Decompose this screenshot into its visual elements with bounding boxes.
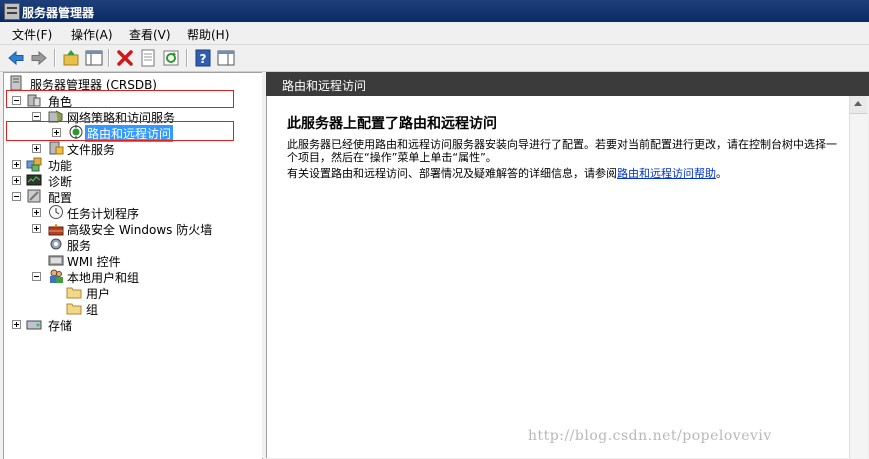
expand-toggle[interactable] — [32, 208, 41, 217]
forward-icon[interactable] — [29, 48, 49, 68]
result-pane-header: 路由和远程访问 — [266, 72, 869, 96]
up-folder-icon[interactable] — [61, 48, 81, 68]
configuration-icon — [26, 188, 42, 204]
tree-label: 高级安全 Windows 防火墙 — [67, 223, 213, 237]
title-bar: 服务器管理器 — [0, 0, 869, 22]
menu-bar: 文件(F) 操作(A) 查看(V) 帮助(H) — [0, 22, 869, 45]
expand-toggle[interactable] — [12, 176, 21, 185]
highlight-box-rras — [6, 121, 234, 141]
expand-toggle[interactable] — [32, 144, 41, 153]
file-services-icon — [48, 140, 64, 156]
collapse-toggle[interactable] — [12, 192, 21, 201]
server-icon — [8, 75, 24, 91]
config-description: 此服务器已经使用路由和远程访问服务器安装向导进行了配置。若要对当前配置进行更改，… — [287, 138, 837, 164]
gear-icon — [48, 236, 64, 252]
toolbar-separator — [54, 49, 56, 67]
watermark: http://blog.csdn.net/popeloveviv — [528, 428, 772, 444]
expand-toggle[interactable] — [12, 320, 21, 329]
window-title: 服务器管理器 — [22, 6, 95, 20]
wmi-icon — [48, 252, 64, 268]
show-hide-action-pane-icon[interactable] — [216, 48, 236, 68]
expand-toggle[interactable] — [12, 160, 21, 169]
toolbar-separator — [108, 49, 110, 67]
tree-label: 组 — [86, 303, 99, 317]
tree-label: 文件服务 — [67, 143, 116, 157]
menu-view[interactable]: 查看(V) — [129, 26, 171, 43]
svg-text:?: ? — [200, 52, 207, 66]
storage-icon — [26, 316, 42, 332]
firewall-icon — [48, 220, 64, 236]
tree-label: 用户 — [86, 287, 111, 301]
vertical-scrollbar[interactable] — [849, 96, 867, 458]
toolbar: ? — [0, 45, 869, 72]
properties-icon[interactable] — [138, 48, 158, 68]
users-icon — [48, 268, 64, 284]
tree-label: 服务 — [67, 239, 92, 253]
refresh-icon[interactable] — [161, 48, 181, 68]
folder-icon — [66, 300, 82, 316]
tree-label: 存储 — [48, 319, 73, 333]
collapse-toggle[interactable] — [32, 272, 41, 281]
help-text-end: 。 — [716, 167, 727, 180]
menu-help[interactable]: 帮助(H) — [187, 26, 229, 43]
help-text: 有关设置路由和远程访问、部署情况及疑难解答的详细信息，请参阅 — [287, 167, 617, 180]
scroll-up-icon[interactable] — [850, 96, 867, 114]
back-icon[interactable] — [6, 48, 26, 68]
menu-action[interactable]: 操作(A) — [71, 26, 113, 43]
tree-label: 任务计划程序 — [67, 207, 140, 221]
delete-icon[interactable] — [115, 48, 135, 68]
folder-icon — [66, 284, 82, 300]
rras-help-link[interactable]: 路由和远程访问帮助 — [617, 167, 716, 180]
show-hide-tree-icon[interactable] — [84, 48, 104, 68]
server-manager-icon — [4, 3, 20, 20]
highlight-box-roles — [6, 90, 234, 108]
tree-label: WMI 控件 — [67, 255, 121, 269]
content-heading: 此服务器上配置了路由和远程访问 — [287, 116, 497, 132]
help-icon[interactable]: ? — [193, 48, 213, 68]
toolbar-separator — [186, 49, 188, 67]
result-pane-title: 路由和远程访问 — [282, 79, 367, 93]
help-paragraph: 有关设置路由和远程访问、部署情况及疑难解答的详细信息，请参阅路由和远程访问帮助。 — [287, 167, 842, 180]
collapse-toggle[interactable] — [32, 112, 41, 121]
tree-label: 功能 — [48, 159, 73, 173]
expand-toggle[interactable] — [32, 224, 41, 233]
menu-file[interactable]: 文件(F) — [12, 26, 52, 43]
features-icon — [26, 156, 42, 172]
clock-icon — [48, 204, 64, 220]
diagnostics-icon — [26, 172, 42, 188]
tree-label: 诊断 — [48, 175, 73, 189]
